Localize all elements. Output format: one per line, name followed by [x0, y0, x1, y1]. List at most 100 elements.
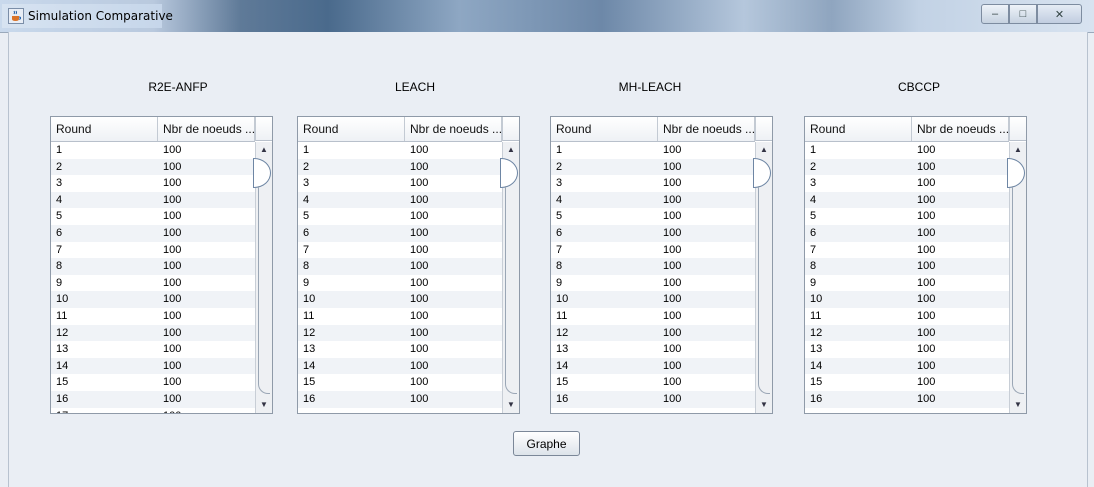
table-row[interactable]: 9 100 — [298, 275, 502, 292]
scroll-thumb[interactable] — [1007, 158, 1025, 188]
table-row[interactable]: 10 100 — [298, 291, 502, 308]
round-cell[interactable]: 11 — [805, 308, 912, 325]
nodes-cell[interactable]: 100 — [405, 275, 502, 292]
round-cell[interactable]: 5 — [298, 208, 405, 225]
round-cell[interactable]: 13 — [298, 341, 405, 358]
nodes-cell[interactable]: 100 — [405, 175, 502, 192]
table-row[interactable]: 1 100 — [51, 142, 255, 159]
table-row[interactable]: 11 100 — [805, 308, 1009, 325]
table-row[interactable]: 14 100 — [805, 357, 1009, 375]
table-row[interactable]: 13 100 — [551, 341, 755, 358]
round-cell[interactable]: 6 — [805, 225, 912, 242]
round-cell[interactable]: 1 — [298, 142, 405, 159]
scroll-up-icon[interactable]: ▲ — [756, 142, 772, 158]
round-cell[interactable]: 14 — [805, 358, 912, 375]
round-cell[interactable]: 5 — [551, 208, 658, 225]
nodes-cell[interactable]: 100 — [405, 192, 502, 209]
table-row[interactable]: 2 100 — [805, 158, 1009, 176]
nodes-cell[interactable]: 100 — [158, 142, 255, 159]
table-row[interactable]: 7 100 — [551, 242, 755, 259]
table-row[interactable]: 6 100 — [805, 224, 1009, 242]
nodes-cell[interactable]: 100 — [912, 159, 1009, 176]
round-cell[interactable]: 4 — [805, 192, 912, 209]
round-cell[interactable]: 17 — [51, 408, 158, 414]
column-header-nodes[interactable]: Nbr de noeuds ... — [405, 117, 502, 141]
nodes-cell[interactable]: 100 — [912, 275, 1009, 292]
nodes-cell[interactable]: 100 — [912, 142, 1009, 159]
nodes-cell[interactable]: 100 — [405, 291, 502, 308]
table-row[interactable]: 7 100 — [298, 242, 502, 259]
round-cell[interactable]: 4 — [298, 192, 405, 209]
round-cell[interactable]: 1 — [551, 142, 658, 159]
scroll-down-icon[interactable]: ▼ — [1010, 397, 1026, 413]
round-cell[interactable]: 2 — [51, 159, 158, 176]
table-row[interactable]: 5 100 — [51, 208, 255, 225]
table-row[interactable]: 13 100 — [298, 341, 502, 358]
table-row[interactable]: 7 100 — [805, 242, 1009, 259]
round-cell[interactable]: 2 — [298, 159, 405, 176]
nodes-cell[interactable]: 100 — [658, 258, 755, 275]
nodes-cell[interactable]: 100 — [912, 325, 1009, 342]
round-cell[interactable]: 4 — [551, 192, 658, 209]
nodes-cell[interactable]: 100 — [912, 258, 1009, 275]
nodes-cell[interactable]: 100 — [158, 308, 255, 325]
table-row[interactable]: 14 100 — [298, 357, 502, 375]
vertical-scrollbar[interactable]: ▲ ▼ — [753, 142, 772, 413]
round-cell[interactable]: 9 — [298, 275, 405, 292]
round-cell[interactable]: 3 — [551, 175, 658, 192]
table-row[interactable]: 12 100 — [298, 324, 502, 342]
table-mh-leach[interactable]: Round Nbr de noeuds ... 1 100 2 100 3 100 4 100… — [550, 116, 773, 414]
nodes-cell[interactable]: 100 — [658, 308, 755, 325]
nodes-cell[interactable]: 100 — [912, 358, 1009, 375]
title-bar[interactable]: Simulation Comparative – □ ✕ — [0, 0, 1094, 33]
table-row[interactable]: 7 100 — [51, 242, 255, 259]
nodes-cell[interactable]: 100 — [158, 275, 255, 292]
nodes-cell[interactable]: 100 — [405, 358, 502, 375]
round-cell[interactable]: 15 — [551, 374, 658, 391]
table-leach[interactable]: Round Nbr de noeuds ... 1 100 2 100 3 100 4 100… — [297, 116, 520, 414]
nodes-cell[interactable]: 100 — [158, 175, 255, 192]
table-row[interactable]: 4 100 — [805, 191, 1009, 209]
table-row[interactable]: 12 100 — [551, 324, 755, 342]
nodes-cell[interactable]: 100 — [658, 192, 755, 209]
nodes-cell[interactable]: 100 — [405, 142, 502, 159]
nodes-cell[interactable]: 100 — [158, 391, 255, 408]
table-row[interactable]: 6 100 — [551, 224, 755, 242]
table-row[interactable]: 10 100 — [51, 291, 255, 308]
nodes-cell[interactable]: 100 — [405, 242, 502, 259]
table-row[interactable]: 3 100 — [51, 175, 255, 192]
nodes-cell[interactable]: 100 — [158, 374, 255, 391]
table-row[interactable]: 3 100 — [298, 175, 502, 192]
table-row[interactable]: 2 100 — [298, 158, 502, 176]
round-cell[interactable]: 13 — [551, 341, 658, 358]
nodes-cell[interactable]: 100 — [405, 159, 502, 176]
round-cell[interactable]: 13 — [805, 341, 912, 358]
round-cell[interactable]: 4 — [51, 192, 158, 209]
nodes-cell[interactable]: 100 — [405, 308, 502, 325]
nodes-cell[interactable]: 100 — [658, 208, 755, 225]
round-cell[interactable]: 15 — [805, 374, 912, 391]
round-cell[interactable]: 15 — [298, 374, 405, 391]
round-cell[interactable]: 7 — [298, 242, 405, 259]
round-cell[interactable]: 10 — [805, 291, 912, 308]
scroll-thumb[interactable] — [253, 158, 271, 188]
round-cell[interactable]: 5 — [51, 208, 158, 225]
column-header-round[interactable]: Round — [551, 117, 658, 141]
nodes-cell[interactable]: 100 — [658, 175, 755, 192]
table-row[interactable]: 5 100 — [298, 208, 502, 225]
nodes-cell[interactable]: 100 — [658, 159, 755, 176]
table-row[interactable]: 1 100 — [298, 142, 502, 159]
nodes-cell[interactable]: 100 — [158, 291, 255, 308]
nodes-cell[interactable]: 100 — [405, 374, 502, 391]
vertical-scrollbar[interactable]: ▲ ▼ — [1007, 142, 1026, 413]
table-row[interactable]: 15 100 — [51, 374, 255, 391]
round-cell[interactable]: 2 — [805, 159, 912, 176]
round-cell[interactable]: 9 — [51, 275, 158, 292]
table-row[interactable]: 2 100 — [551, 158, 755, 176]
nodes-cell[interactable]: 100 — [158, 325, 255, 342]
table-row[interactable]: 15 100 — [551, 374, 755, 391]
table-row[interactable]: 5 100 — [551, 208, 755, 225]
nodes-cell[interactable]: 100 — [912, 242, 1009, 259]
round-cell[interactable]: 10 — [51, 291, 158, 308]
table-row[interactable]: 4 100 — [51, 191, 255, 209]
